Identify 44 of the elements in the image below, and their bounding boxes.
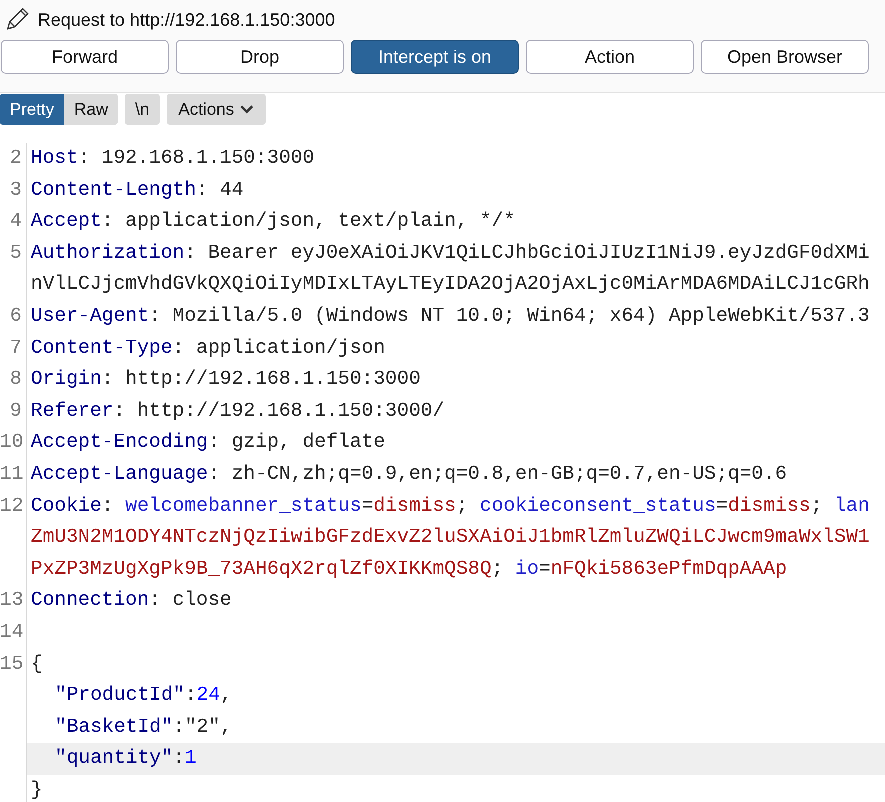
code-line: ZmU3N2M1ODY4NTczNjQzIiwibGFzdExvZ2luSXAiOiJ1bmRlZmluZWQiLCJwcm9maWxlSW1 — [30, 525, 871, 550]
code-line: Host: 192.168.1.150:3000 — [30, 146, 316, 171]
code-line: Accept-Language: zh-CN,zh;q=0.9,en;q=0.8,en-GB;q=0.7,en-US;q=0.6 — [30, 462, 788, 487]
code-line: nVlLCJjcmVhdGVkQXQiOiIyMDIxLTAyLTEyIDA2OjA2OjAxLjc0MiArMDA6MDAiLCJ1cGRh — [30, 272, 871, 298]
code-line: Content-Type: application/json — [30, 336, 386, 361]
line-number: 3 — [10, 178, 22, 201]
code-line: Connection: close — [30, 588, 233, 614]
code-line: Referer: http://192.168.1.150:3000/ — [30, 398, 446, 424]
line-number: 7 — [10, 336, 22, 359]
newline-toggle[interactable]: \n — [125, 94, 160, 125]
line-number: 12 — [0, 494, 24, 517]
code-line: Accept-Encoding: gzip, deflate — [30, 430, 386, 456]
line-number: 10 — [0, 431, 24, 454]
line-number: 14 — [0, 620, 24, 643]
actions-menu-button[interactable]: Actions — [166, 94, 266, 125]
line-number: 6 — [10, 304, 22, 327]
line-number: 8 — [10, 368, 22, 390]
line-number: 4 — [10, 210, 22, 232]
code-line: Origin: http://192.168.1.150:3000 — [30, 367, 422, 392]
action-button[interactable]: Intercept is on — [351, 40, 519, 74]
line-number: 9 — [10, 400, 22, 422]
code-line: PxZP3MzUgXgPk9B_73AH6qX2rqlZf0XIKKmQS8Q; io=nFQki5863ePfmDqpAAAp — [30, 556, 788, 582]
code-line: Accept: application/json, text/plain, */* — [30, 209, 516, 234]
view-tab[interactable]: Pretty — [0, 94, 64, 125]
line-number: 15 — [0, 652, 24, 674]
line-number: 5 — [10, 242, 22, 264]
action-button[interactable]: Action — [526, 40, 694, 74]
code-line: Authorization: Bearer eyJ0eXAiOiJKV1QiLCJhbGciOiJIUzI1NiJ9.eyJzdGF0dXMi — [30, 240, 871, 266]
code-line: Cookie: welcomebanner_status=dismiss; cookieconsent_status=dismiss; lan — [30, 494, 871, 519]
line-number: 2 — [10, 147, 22, 169]
code-line: "BasketId":"2", — [54, 714, 234, 740]
action-button[interactable]: Forward — [1, 40, 169, 74]
code-line: "ProductId":24, — [54, 683, 234, 708]
pencil-icon — [4, 7, 30, 33]
line-number: 13 — [0, 589, 24, 612]
code-line: { — [30, 652, 44, 676]
action-button[interactable]: Drop — [176, 40, 344, 74]
chevron-down-icon — [240, 105, 254, 114]
request-title: Request to http://192.168.1.150:3000 — [38, 8, 336, 32]
line-number: 11 — [0, 462, 24, 485]
action-button[interactable]: Open Browser — [701, 40, 869, 74]
code-line: } — [30, 778, 44, 802]
code-line: User-Agent: Mozilla/5.0 (Windows NT 10.0; Win64; x64) AppleWebKit/537.3 — [30, 304, 871, 329]
code-line: Content-Length: 44 — [30, 178, 245, 203]
